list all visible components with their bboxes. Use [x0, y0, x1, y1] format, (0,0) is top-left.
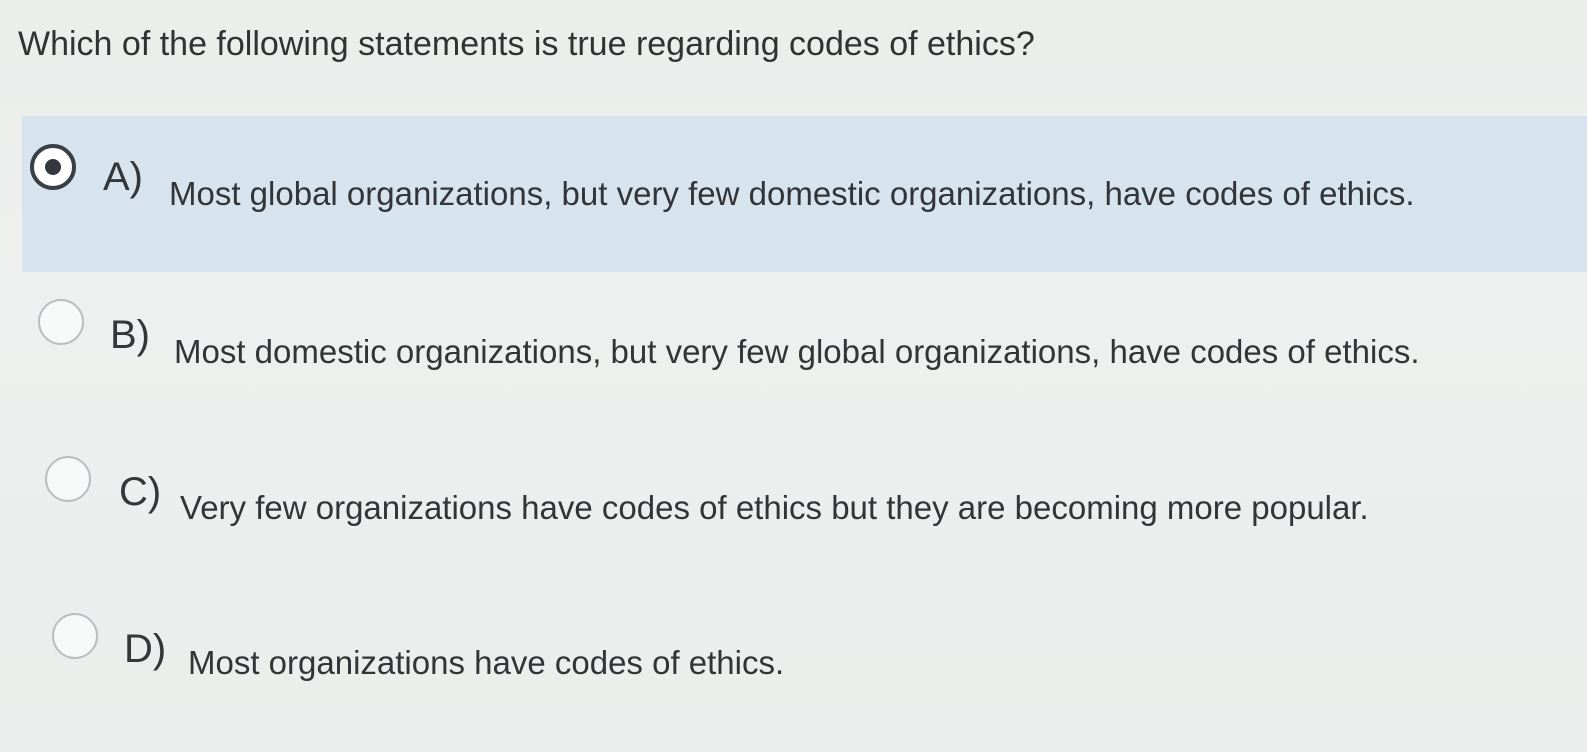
option-letter-d: D) — [124, 627, 167, 671]
answer-option-a[interactable]: A) Most global organizations, but very f… — [0, 140, 1587, 240]
answer-option-d[interactable]: D) Most organizations have codes of ethi… — [0, 609, 1587, 709]
option-letter-c: C) — [119, 470, 162, 514]
option-text-a: Most global organizations, but very few … — [169, 175, 1415, 212]
radio-button-d[interactable] — [52, 613, 98, 659]
radio-selected-dot-icon — [45, 159, 61, 175]
radio-button-c[interactable] — [45, 456, 91, 502]
question-text: Which of the following statements is tru… — [18, 25, 1035, 63]
option-text-c: Very few organizations have codes of eth… — [180, 489, 1369, 526]
option-text-d: Most organizations have codes of ethics. — [188, 644, 785, 681]
radio-button-b[interactable] — [38, 299, 84, 345]
radio-button-a[interactable] — [30, 144, 76, 190]
option-text-b: Most domestic organizations, but very fe… — [174, 333, 1420, 370]
answer-option-b[interactable]: B) Most domestic organizations, but very… — [0, 297, 1587, 397]
answer-option-c[interactable]: C) Very few organizations have codes of … — [0, 453, 1587, 553]
option-letter-b: B) — [110, 313, 150, 357]
option-letter-a: A) — [103, 155, 143, 199]
